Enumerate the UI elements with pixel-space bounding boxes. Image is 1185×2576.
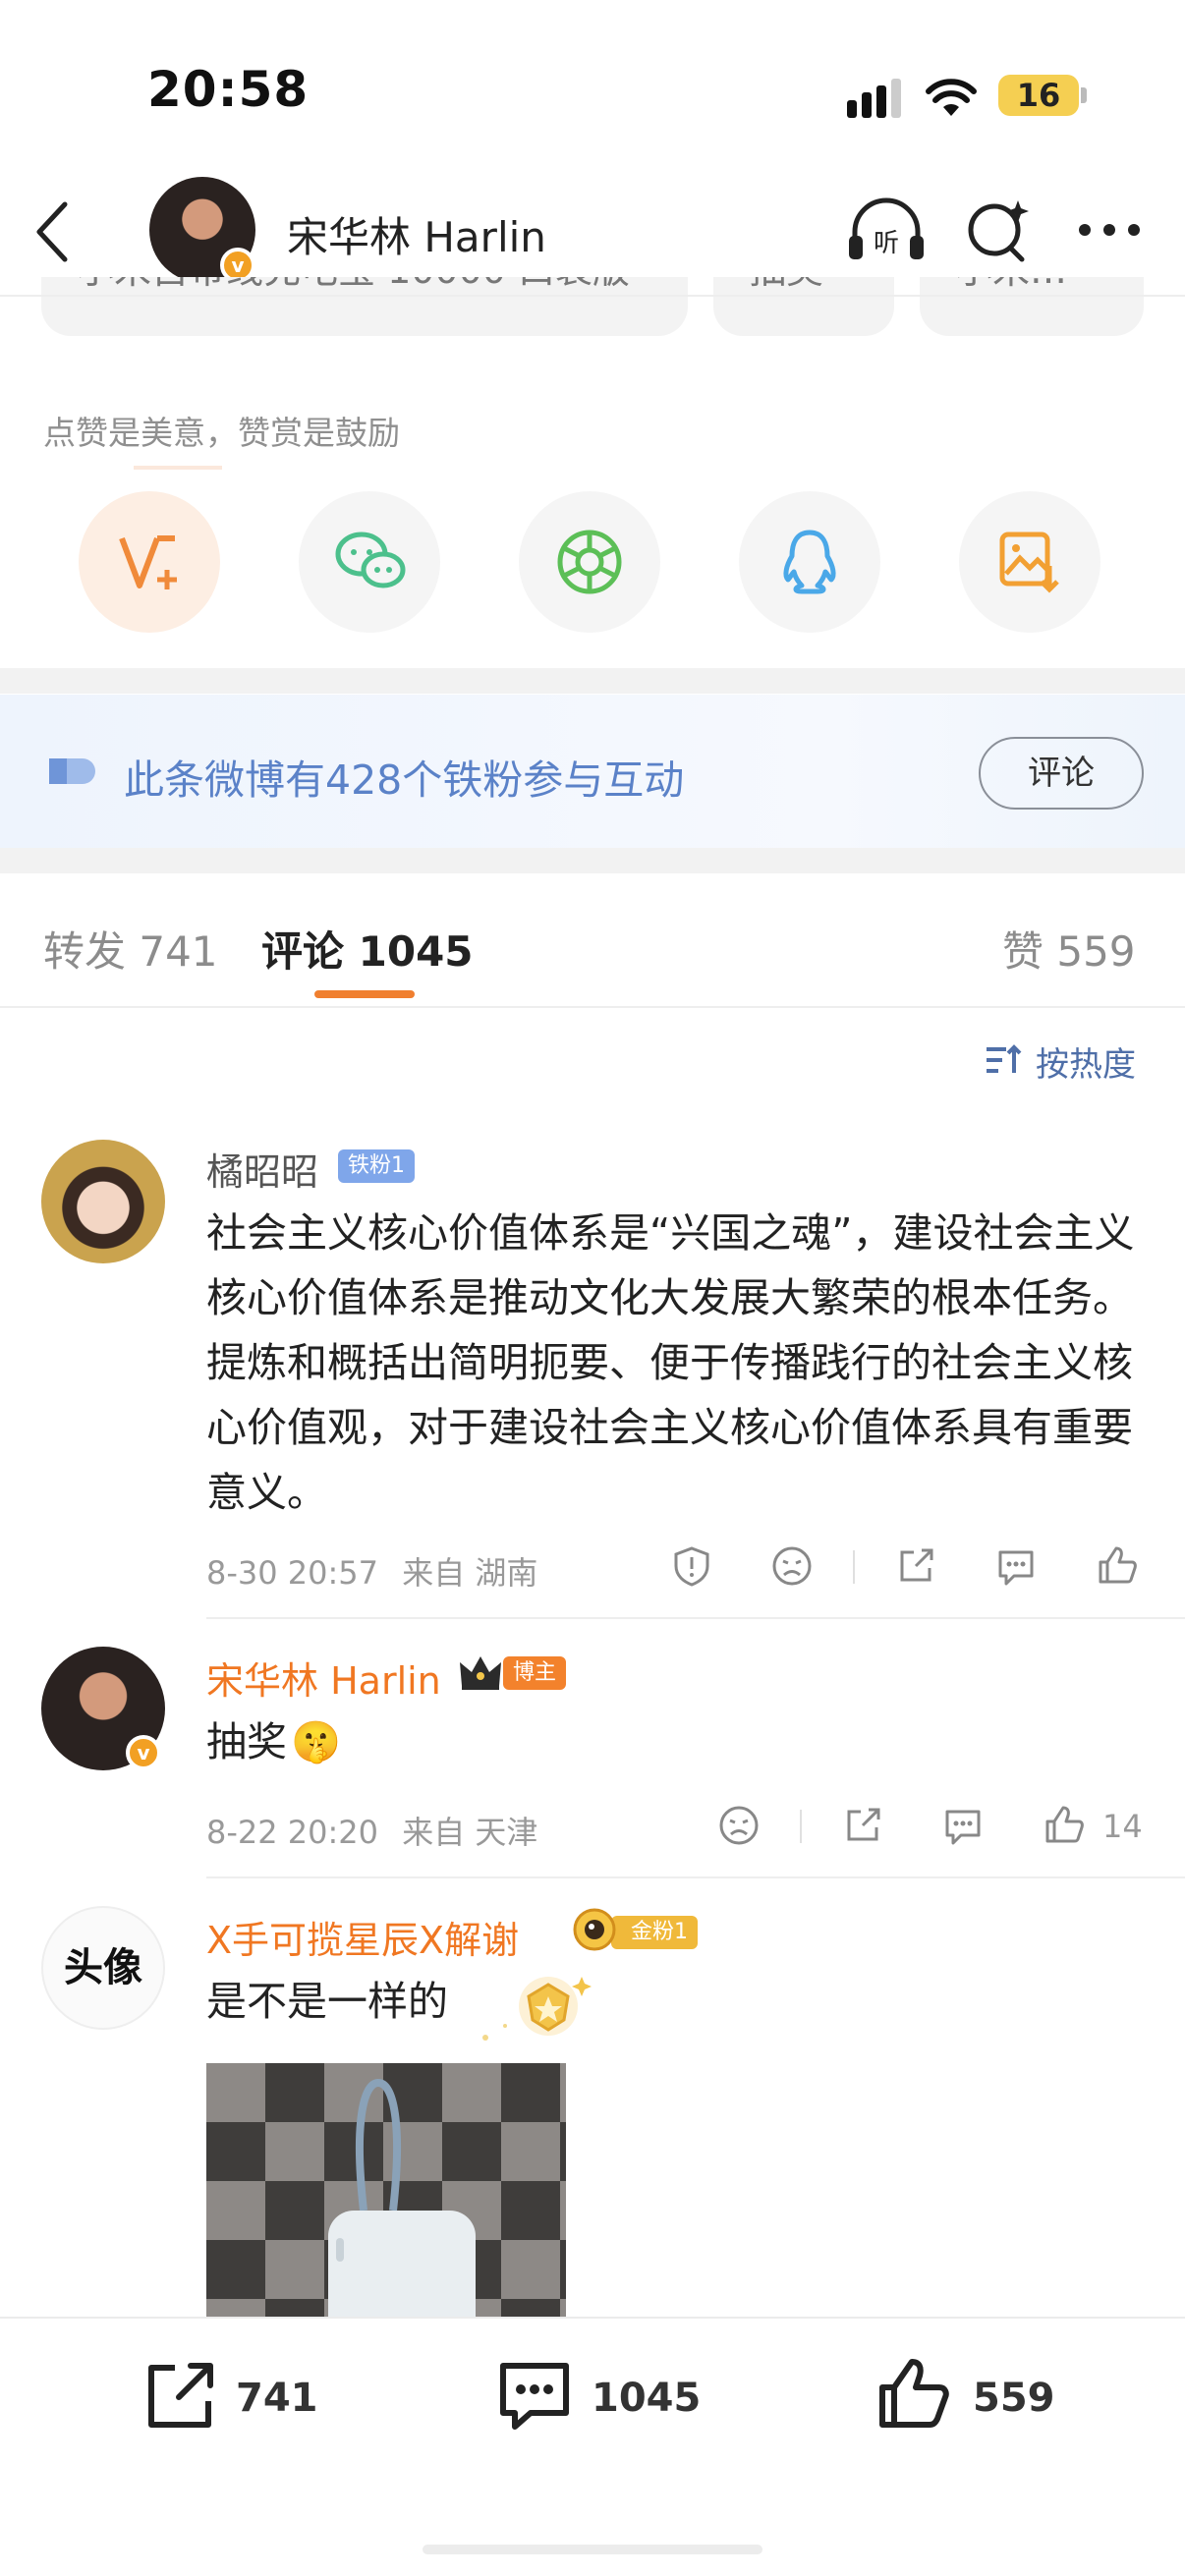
search-chip-label: 小米…: [955, 277, 1067, 292]
like-icon[interactable]: [1095, 1542, 1140, 1592]
listen-icon[interactable]: 听: [845, 196, 928, 269]
reply-icon[interactable]: [941, 1804, 985, 1851]
iron-fan-badge: 铁粉1: [338, 1149, 415, 1183]
share-weibo-button[interactable]: [79, 491, 220, 633]
tab-divider: [0, 1006, 1185, 1008]
shush-emoji: 🤫: [291, 1718, 342, 1765]
header-divider: [0, 295, 1185, 297]
signal-icon: [847, 79, 902, 122]
search-chip[interactable]: 小米…: [920, 277, 1144, 336]
comment-avatar[interactable]: 头像: [41, 1906, 165, 2030]
battery-indicator: 16: [998, 75, 1079, 116]
save-image-icon: [999, 532, 1059, 593]
comment-text: 社会主义核心价值体系是“兴国之魂”，建设社会主义核心价值体系是推动文化大发展大繁…: [206, 1209, 1135, 1516]
share-icon[interactable]: [894, 1544, 937, 1592]
section-divider: [0, 668, 1185, 694]
battery-tip: [1081, 87, 1087, 103]
power-bank-icon: [328, 2078, 476, 2319]
like-icon[interactable]: [875, 2354, 953, 2436]
more-icon[interactable]: [1077, 222, 1142, 242]
tab-likes[interactable]: 赞 559: [1002, 919, 1136, 979]
tab-comments[interactable]: 评论 1045: [261, 919, 474, 979]
home-indicator: [423, 2545, 762, 2554]
reply-icon[interactable]: [994, 1544, 1038, 1592]
crown-icon: [458, 1652, 503, 1696]
comment-icon[interactable]: [495, 2358, 574, 2436]
comment-text-content: 抽奖: [206, 1718, 287, 1765]
gold-fan-badge: 金粉1: [611, 1916, 698, 1949]
comment-divider: [206, 1617, 1185, 1619]
repost-count[interactable]: 741: [236, 2376, 318, 2421]
comment-text: 是不是一样的: [206, 1978, 448, 2025]
comment-time: 8-22 20:20: [206, 1814, 379, 1851]
comment-location: 来自 天津: [402, 1814, 538, 1851]
sort-label[interactable]: 按热度: [1036, 1037, 1136, 1086]
comment-time: 8-30 20:57: [206, 1554, 379, 1592]
moments-icon: [557, 530, 622, 594]
action-separator: [800, 1810, 802, 1843]
dislike-icon[interactable]: [770, 1544, 814, 1592]
comment-location: 来自 湖南: [402, 1554, 538, 1592]
comment-meta: 8-30 20:57 来自 湖南: [206, 1548, 537, 1594]
like-count[interactable]: 559: [973, 2376, 1055, 2421]
iron-fans-text: 此条微博有428个铁粉参与互动: [124, 756, 685, 804]
search-chip[interactable]: 小米自带线充电宝 10000 口袋版: [41, 277, 688, 336]
bottom-action-bar: [0, 2317, 1185, 2576]
blogger-badge: 博主: [503, 1656, 567, 1690]
tab-active-indicator: [314, 990, 415, 998]
search-ai-icon[interactable]: [963, 195, 1034, 269]
dislike-icon[interactable]: [717, 1804, 761, 1851]
comment-username[interactable]: 橘昭昭: [206, 1142, 318, 1196]
like-count: 14: [1102, 1808, 1143, 1845]
comment-username[interactable]: 宋华林 Harlin: [206, 1651, 441, 1705]
comment-image[interactable]: [206, 2063, 566, 2319]
search-chip-label: 抽奖: [749, 277, 823, 292]
share-caret: [134, 466, 222, 470]
tab-repost[interactable]: 转发 741: [43, 919, 218, 979]
search-chip[interactable]: 抽奖: [713, 277, 894, 336]
avatar-text: 头像: [64, 1944, 142, 1990]
save-image-button[interactable]: [959, 491, 1100, 633]
encourage-text: 点赞是美意，赞赏是鼓励: [43, 414, 400, 452]
qq-icon: [783, 530, 836, 594]
sparkle-badge-icon: [466, 1955, 593, 2057]
share-qq-button[interactable]: [739, 491, 880, 633]
svg-text:听: 听: [874, 229, 899, 258]
comment-meta: 8-22 20:20 来自 天津: [206, 1808, 537, 1853]
weibo-v-plus-icon: [119, 535, 177, 589]
report-icon[interactable]: [670, 1544, 713, 1592]
wechat-icon: [335, 532, 406, 588]
action-separator: [853, 1550, 855, 1584]
share-moments-button[interactable]: [519, 491, 660, 633]
wifi-icon: [926, 79, 977, 122]
back-icon[interactable]: [33, 200, 73, 267]
share-wechat-button[interactable]: [299, 491, 440, 633]
comment-text: 抽奖🤫: [206, 1709, 1150, 1774]
repost-icon[interactable]: [141, 2358, 220, 2436]
comment-count[interactable]: 1045: [592, 2376, 701, 2421]
gold-fan-icon: [570, 1906, 619, 1957]
header-name[interactable]: 宋华林 Harlin: [287, 204, 546, 264]
search-chip-label: 小米自带线充电宝 10000 口袋版: [77, 277, 630, 292]
status-time: 20:58: [147, 61, 310, 118]
comment-divider: [206, 1876, 1185, 1878]
section-divider: [0, 848, 1185, 873]
iron-fans-comment-button[interactable]: 评论: [979, 737, 1144, 810]
like-icon[interactable]: [1042, 1802, 1087, 1851]
sort-icon[interactable]: [985, 1043, 1024, 1081]
comment-avatar[interactable]: [41, 1140, 165, 1263]
iron-fans-icon: [45, 755, 98, 792]
verified-icon: v: [126, 1735, 161, 1770]
share-icon[interactable]: [841, 1804, 884, 1851]
